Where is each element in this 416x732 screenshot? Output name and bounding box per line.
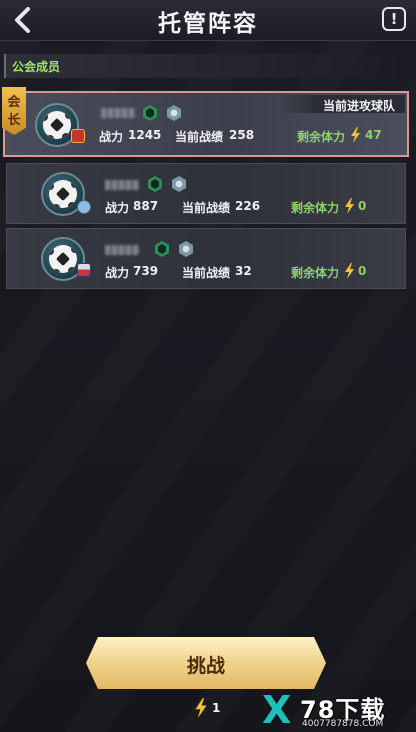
watermark-url: 4007787878.COM — [302, 719, 384, 729]
power-label: 战力 — [99, 130, 124, 144]
watermark-x-logo-icon: X — [262, 688, 292, 732]
stamina-label: 剩余体力 — [297, 130, 346, 144]
power-label: 战力 — [105, 201, 130, 215]
player-name-blurred — [105, 180, 139, 190]
medal-icon — [167, 105, 181, 121]
player-name-blurred — [101, 108, 135, 118]
member-card[interactable]: 当前进攻球队 战力 1245 当前战绩 258 剩余体力 47 — [3, 91, 409, 157]
record-label: 当前战绩 — [182, 266, 231, 280]
challenge-button[interactable]: 挑战 — [86, 637, 326, 689]
rank-hexagon-icon — [148, 176, 162, 192]
rank-hexagon-icon — [155, 241, 169, 257]
status-badge: 当前进攻球队 — [279, 95, 405, 113]
leader-char-1: 会 — [7, 95, 21, 110]
stamina-value: 47 — [365, 128, 382, 142]
record-value: 32 — [235, 264, 252, 278]
record-label: 当前战绩 — [175, 130, 224, 144]
info-button[interactable]: ! — [382, 7, 406, 31]
football-icon — [49, 245, 77, 273]
record-value: 258 — [229, 128, 255, 142]
lightning-icon — [345, 198, 354, 214]
club-badge-icon — [71, 129, 85, 143]
club-badge-icon — [77, 200, 91, 214]
football-icon — [49, 180, 77, 208]
power-value: 887 — [133, 199, 159, 213]
member-card[interactable]: 战力 887 当前战绩 226 剩余体力 0 — [6, 163, 406, 224]
leader-ribbon: 会 长 — [2, 87, 26, 135]
stamina-label: 剩余体力 — [291, 266, 340, 280]
stamina-value: 0 — [358, 264, 367, 278]
challenge-button-label: 挑战 — [186, 655, 225, 677]
site-watermark: X 78下载 4007787878.COM — [258, 688, 416, 732]
stamina-value: 0 — [358, 199, 367, 213]
leader-char-2: 长 — [7, 113, 21, 128]
power-value: 1245 — [128, 128, 162, 142]
power-value: 739 — [133, 264, 159, 278]
player-name-blurred — [105, 245, 139, 255]
medal-icon — [172, 176, 186, 192]
page-title: 托管阵容 — [158, 11, 258, 37]
club-badge-icon — [77, 263, 91, 277]
top-bar: 托管阵容 ! — [0, 0, 416, 41]
info-icon: ! — [390, 10, 398, 28]
rank-hexagon-icon — [143, 105, 157, 121]
medal-icon — [179, 241, 193, 257]
power-label: 战力 — [105, 266, 130, 280]
section-title: 公会成员 — [12, 60, 61, 74]
challenge-cost: 1 — [212, 701, 221, 715]
record-label: 当前战绩 — [182, 201, 231, 215]
lightning-icon — [195, 698, 207, 718]
lightning-icon — [345, 263, 354, 279]
stamina-label: 剩余体力 — [291, 201, 340, 215]
section-header: 公会成员 — [4, 54, 408, 78]
member-card[interactable]: 战力 739 当前战绩 32 剩余体力 0 — [6, 228, 406, 289]
lightning-icon — [351, 127, 360, 143]
record-value: 226 — [235, 199, 261, 213]
football-icon — [43, 111, 71, 139]
